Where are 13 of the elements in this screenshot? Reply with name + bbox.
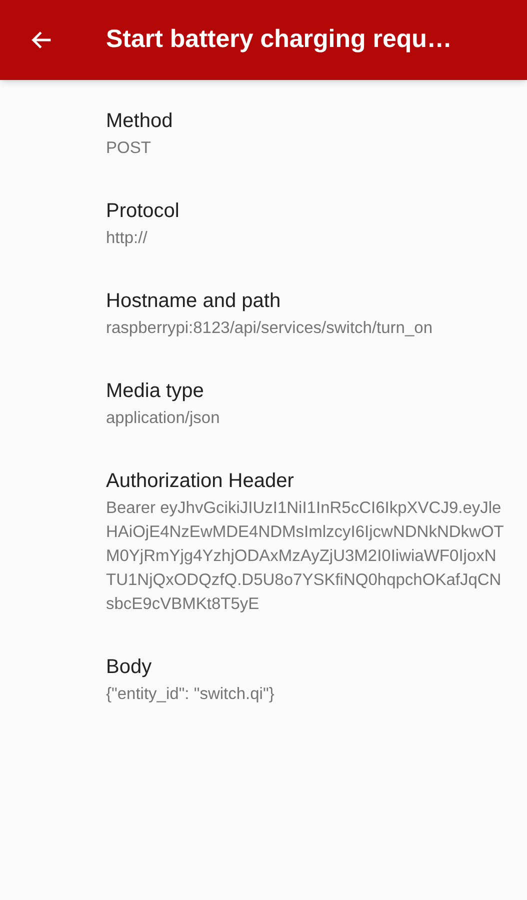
field-label: Hostname and path [106,289,282,314]
field-value: raspberrypi:8123/api/services/switch/turn_on [106,318,434,339]
field-value: POST [106,138,152,159]
field-value: http:// [106,228,148,249]
field-label: Body [106,655,153,680]
field-value: {"entity_id": "switch.qi"} [106,684,276,705]
field-label: Protocol [106,199,180,224]
field-value: application/json [106,408,221,429]
screen-title: Start battery charging requ… [106,24,452,56]
field-value: Bearer eyJhvGcikiJIUzI1NiI1InR5cCI6IkpXVCJ9.eyJleHAiOjE4NzEwMDE4NDMsImlzcyI6IjcwNDNkNDkwOTM0YjRmYjg4YzhjODAxMzAyZjU3M2I0IiwiaWF0IjoxNTU1NjQxODQzfQ.D5U8o7YSKfiNQ0hqpchOKafJqCNsbcE9cVBMKt8T5yE [106,498,505,615]
field-label: Media type [106,379,205,404]
field-label: Method [106,109,174,134]
field-label: Authorization Header [106,469,295,494]
